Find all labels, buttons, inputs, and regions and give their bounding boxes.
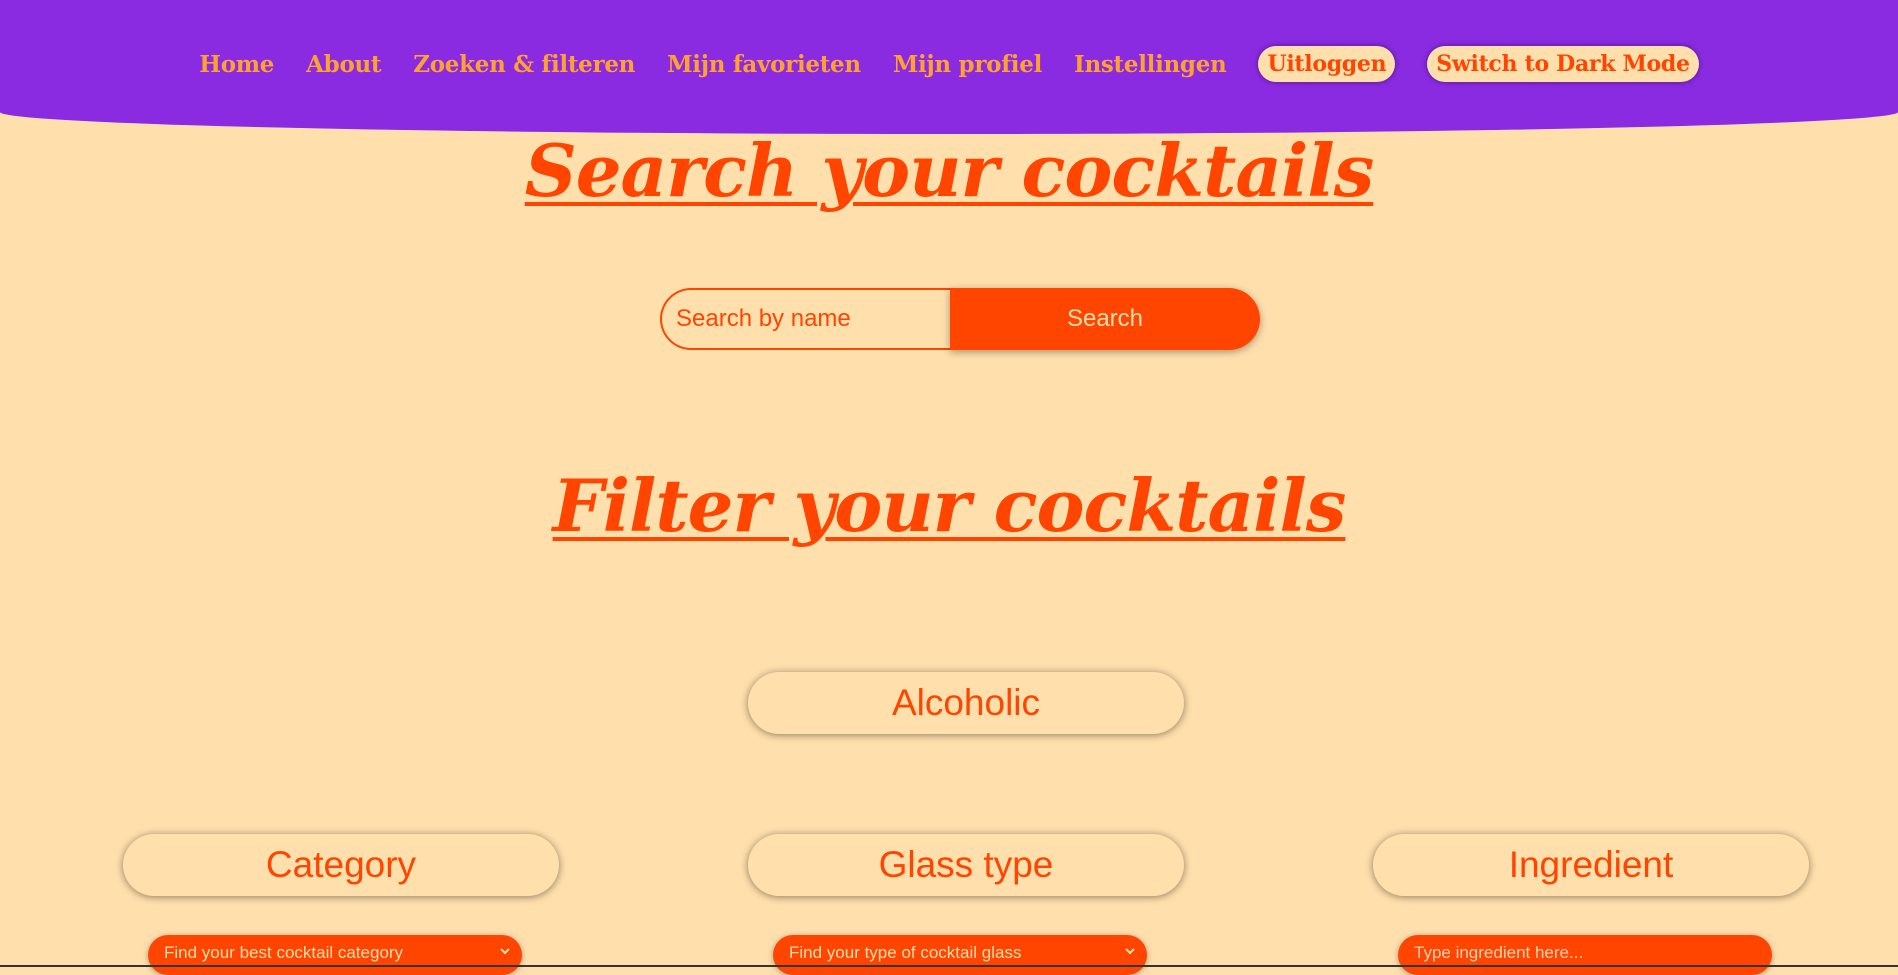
glass-type-filter-button[interactable]: Glass type	[748, 834, 1184, 896]
category-select-value: Find your best cocktail category	[164, 943, 404, 962]
category-select[interactable]: Find your best cocktail category	[148, 935, 522, 975]
search-title: Search your cocktails	[524, 128, 1375, 213]
ingredient-filter-button[interactable]: Ingredient	[1373, 834, 1809, 896]
search-button[interactable]: Search	[950, 288, 1260, 350]
nav-link-settings[interactable]: Instellingen	[1074, 51, 1227, 78]
glass-type-select[interactable]: Find your type of cocktail glass	[773, 935, 1147, 975]
top-navbar: Home About Zoeken & filteren Mijn favori…	[0, 0, 1898, 134]
category-filter-button[interactable]: Category	[123, 834, 559, 896]
nav-link-about[interactable]: About	[306, 51, 381, 78]
search-bar: Search	[660, 288, 1260, 350]
alcoholic-filter-button[interactable]: Alcoholic	[748, 672, 1184, 734]
nav-link-profile[interactable]: Mijn profiel	[893, 51, 1043, 78]
chevron-down-icon	[500, 948, 510, 955]
nav-link-home[interactable]: Home	[199, 51, 274, 78]
glass-type-select-value: Find your type of cocktail glass	[789, 943, 1022, 962]
dark-mode-toggle-button[interactable]: Switch to Dark Mode	[1427, 46, 1699, 82]
search-input[interactable]	[660, 288, 950, 350]
nav-link-search-filter[interactable]: Zoeken & filteren	[413, 51, 635, 78]
nav-link-favorites[interactable]: Mijn favorieten	[667, 51, 861, 78]
chevron-down-icon	[1125, 948, 1135, 955]
nav-links: Home About Zoeken & filteren Mijn favori…	[0, 46, 1898, 82]
filter-title: Filter your cocktails	[552, 463, 1347, 548]
logout-button[interactable]: Uitloggen	[1258, 46, 1396, 82]
ingredient-input-placeholder: Type ingredient here...	[1414, 943, 1584, 962]
ingredient-input[interactable]: Type ingredient here...	[1398, 935, 1772, 975]
